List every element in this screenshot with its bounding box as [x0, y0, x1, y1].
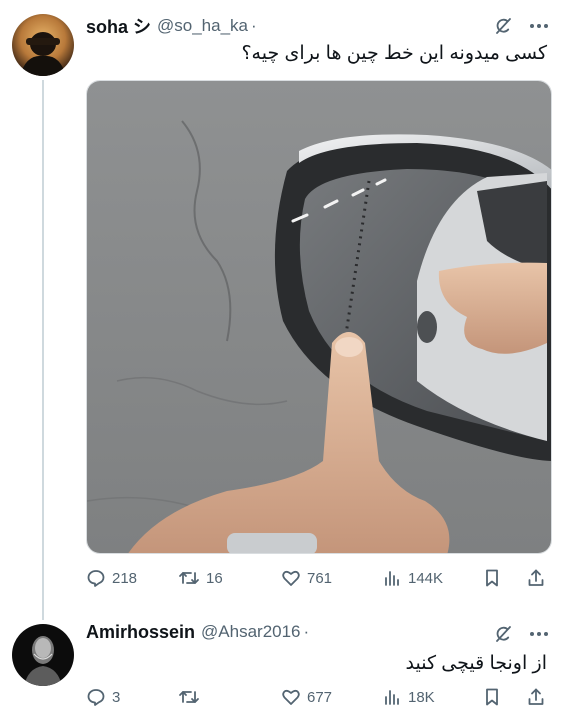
share-icon — [528, 569, 544, 586]
bookmark-button[interactable] — [482, 565, 502, 591]
author-handle[interactable]: @so_ha_ka — [157, 16, 248, 36]
tweet-actions: 3 677 18K — [86, 684, 551, 710]
views-button[interactable]: 18K — [382, 684, 435, 710]
tweet[interactable]: soha シ @so_ha_ka · کسی میدونه این خط چین… — [0, 0, 565, 605]
author-name[interactable]: Amirhossein — [86, 622, 195, 643]
tweet-text: کسی میدونه این خط چین ها برای چیه؟ — [241, 43, 547, 64]
reply-icon — [87, 689, 105, 706]
repost-icon — [179, 691, 199, 703]
tweet-header: soha シ @so_ha_ka · — [86, 14, 257, 38]
reply-tweet[interactable]: Amirhossein @Ahsar2016 · از اونجا قیچی ک… — [0, 612, 565, 720]
repost-count: 16 — [206, 569, 223, 587]
share-icon — [528, 688, 544, 705]
heart-icon — [282, 689, 300, 705]
avatar[interactable] — [12, 14, 74, 76]
views-icon — [385, 571, 399, 586]
views-count: 144K — [408, 569, 444, 587]
reply-icon — [87, 570, 105, 587]
like-count: 677 — [307, 688, 333, 706]
avatar[interactable] — [12, 624, 74, 686]
reply-count: 3 — [112, 688, 121, 706]
like-button[interactable]: 761 — [281, 565, 332, 591]
bookmark-icon — [486, 569, 498, 587]
views-icon — [385, 690, 399, 705]
tweet-media[interactable] — [86, 80, 552, 554]
reply-button[interactable]: 3 — [86, 684, 120, 710]
tweet-top-icons — [491, 622, 551, 646]
author-handle[interactable]: @Ahsar2016 — [201, 622, 301, 642]
separator-dot: · — [303, 622, 310, 641]
share-button[interactable] — [526, 565, 546, 591]
bookmark-icon — [486, 688, 498, 706]
repost-icon — [179, 572, 199, 584]
heart-icon — [282, 570, 300, 586]
like-count: 761 — [307, 569, 333, 587]
more-icon[interactable] — [527, 622, 551, 646]
author-name[interactable]: soha シ — [86, 13, 151, 39]
views-count: 18K — [408, 688, 435, 706]
like-button[interactable]: 677 — [281, 684, 332, 710]
separator-dot: · — [251, 16, 257, 35]
car-side-mirror-photo — [87, 81, 551, 553]
reply-button[interactable]: 218 — [86, 565, 137, 591]
reply-count: 218 — [112, 569, 138, 587]
more-icon[interactable] — [527, 14, 551, 38]
grok-icon[interactable] — [491, 622, 515, 646]
repost-button[interactable]: 16 — [178, 565, 223, 591]
grok-icon[interactable] — [491, 14, 515, 38]
views-button[interactable]: 144K — [382, 565, 443, 591]
bookmark-button[interactable] — [482, 684, 502, 710]
tweet-text: از اونجا قیچی کنید — [405, 653, 548, 674]
tweet-top-icons — [491, 14, 551, 38]
share-button[interactable] — [526, 684, 546, 710]
tweet-header: Amirhossein @Ahsar2016 · — [86, 620, 309, 644]
tweet-actions: 218 16 761 144K — [86, 565, 551, 591]
repost-button[interactable] — [178, 684, 206, 710]
